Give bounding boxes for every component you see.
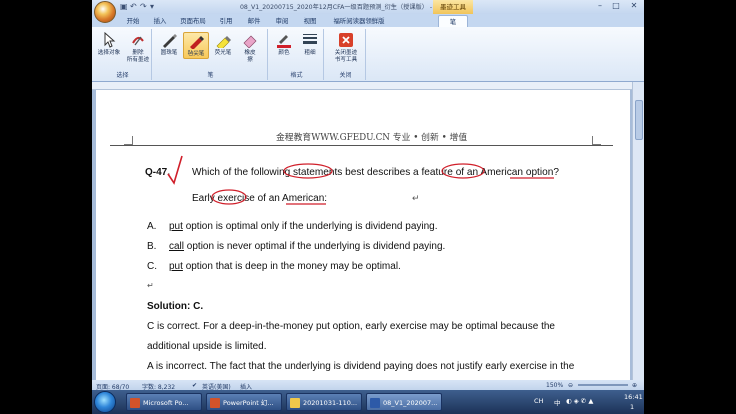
group-close-label: 关闭 <box>339 72 352 79</box>
save-icon[interactable]: ▣ <box>120 2 128 11</box>
clock-day[interactable]: 1 <box>630 403 634 411</box>
tab-foxit-reader[interactable]: 福昕阅读器领鲜版 <box>328 15 390 27</box>
folder-icon <box>290 398 300 408</box>
delete-all-ink-button[interactable]: 删除 所有墨迹 <box>125 32 151 64</box>
tab-review[interactable]: 审阅 <box>271 15 293 27</box>
vertical-scrollbar[interactable] <box>632 82 644 380</box>
tray-language[interactable]: CH <box>534 397 543 405</box>
close-red-icon <box>339 33 353 47</box>
task-folder[interactable]: 20201031-110... <box>286 393 362 411</box>
ribbon-tabs: 开始 插入 页面布局 引用 邮件 审阅 视图 福昕阅读器领鲜版 笔 <box>92 14 644 27</box>
select-objects-button[interactable]: 选择对象 <box>96 32 122 57</box>
task-word-document[interactable]: 08_V1_202007... <box>366 393 442 411</box>
windows-taskbar: Microsoft Po... PowerPoint 幻... 20201031… <box>92 390 644 414</box>
tray-icons[interactable]: ◐ ◈ ✆ ▲ <box>566 397 593 405</box>
close-ink-tools-button[interactable]: 关闭墨迹 书写工具 <box>330 32 362 64</box>
tray-input-method[interactable]: 中 <box>554 397 561 407</box>
cursor-icon <box>104 32 116 48</box>
word-window: ▣ ↶ ↷ ▾ 08_V1_20200715_2020年12月CFA一级百题预测… <box>92 0 644 414</box>
powerpoint-icon <box>210 398 220 408</box>
tab-home[interactable]: 开始 <box>122 15 144 27</box>
minimize-icon[interactable]: – <box>592 1 608 12</box>
document-page[interactable]: 金程教育WWW.GFEDU.CN 专业 • 创新 • 增值 Q-47. Whic… <box>96 90 630 380</box>
quick-access-dropdown-icon[interactable]: ▾ <box>150 2 154 11</box>
tab-insert[interactable]: 插入 <box>149 15 171 27</box>
group-format-label: 格式 <box>290 72 303 79</box>
proofing-icon[interactable]: ✔ <box>192 382 197 389</box>
ribbon: 选择对象 删除 所有墨迹 选择 圆珠笔 毡尖笔 荧光笔 橡皮 擦 笔 颜色 粗细… <box>92 27 644 82</box>
ink-checkmark <box>167 155 183 185</box>
tab-pens[interactable]: 笔 <box>438 15 468 27</box>
eraser-icon <box>243 35 257 48</box>
start-button[interactable] <box>94 391 116 413</box>
pen-color-icon <box>277 35 291 48</box>
eraser-ink-icon <box>132 36 144 46</box>
zoom-slider[interactable] <box>578 384 628 386</box>
zoom-out-icon[interactable]: ⊖ <box>568 382 573 389</box>
ink-circle-early <box>211 189 247 205</box>
felt-tip-pen-icon <box>190 36 204 49</box>
color-button[interactable]: 颜色 <box>271 32 297 57</box>
line-thickness-icon <box>303 34 317 44</box>
tab-mailings[interactable]: 邮件 <box>243 15 265 27</box>
ballpoint-pen-icon <box>163 34 177 48</box>
system-tray: CH 中 ◐ ◈ ✆ ▲ 16:41 1 <box>532 392 644 412</box>
group-format: 颜色 粗细 格式 <box>270 29 324 80</box>
tab-view[interactable]: 视图 <box>299 15 321 27</box>
eraser-button[interactable]: 橡皮 擦 <box>237 32 263 64</box>
redo-icon[interactable]: ↷ <box>140 2 147 11</box>
powerpoint-icon <box>130 398 140 408</box>
scrollbar-thumb[interactable] <box>635 100 643 140</box>
ballpoint-pen-button[interactable]: 圆珠笔 <box>156 32 182 57</box>
ink-annotations <box>167 155 554 205</box>
group-select-label: 选择 <box>116 72 129 79</box>
clock-time[interactable]: 16:41 <box>624 393 643 401</box>
group-pens-label: 笔 <box>207 72 214 79</box>
tab-page-layout[interactable]: 页面布局 <box>177 15 209 27</box>
word-icon <box>370 398 380 408</box>
task-powerpoint[interactable]: Microsoft Po... <box>126 393 202 411</box>
horizontal-ruler[interactable] <box>92 82 644 90</box>
ink-circle-feature <box>441 163 485 179</box>
tab-references[interactable]: 引用 <box>215 15 237 27</box>
undo-icon[interactable]: ↶ <box>130 2 137 11</box>
office-button[interactable] <box>94 1 116 23</box>
title-bar: ▣ ↶ ↷ ▾ 08_V1_20200715_2020年12月CFA一级百题预测… <box>92 0 644 14</box>
zoom-level[interactable]: 150% <box>546 382 563 389</box>
maximize-icon[interactable]: □ <box>608 1 624 12</box>
felt-tip-pen-button[interactable]: 毡尖笔 <box>183 32 209 59</box>
status-bar: 页面: 68/70 字数: 8,232 ✔ 英语(美国) 插入 150% ⊖ ⊕ <box>92 380 644 391</box>
close-icon[interactable]: ✕ <box>626 1 642 12</box>
highlighter-button[interactable]: 荧光笔 <box>210 32 236 57</box>
group-select: 选择对象 删除 所有墨迹 选择 <box>94 29 152 80</box>
task-powerpoint-slideshow[interactable]: PowerPoint 幻... <box>206 393 282 411</box>
zoom-in-icon[interactable]: ⊕ <box>632 382 637 389</box>
ink-tools-context-label: 墨迹工具 <box>433 0 473 14</box>
window-title: 08_V1_20200715_2020年12月CFA一级百题预测_衍生（授课版）… <box>240 4 451 11</box>
thickness-button[interactable]: 粗细 <box>297 32 323 57</box>
group-pens: 圆珠笔 毡尖笔 荧光笔 橡皮 擦 笔 <box>154 29 268 80</box>
ink-circle-following <box>283 163 333 179</box>
group-close: 关闭墨迹 书写工具 关闭 <box>326 29 366 80</box>
highlighter-icon <box>216 36 231 48</box>
